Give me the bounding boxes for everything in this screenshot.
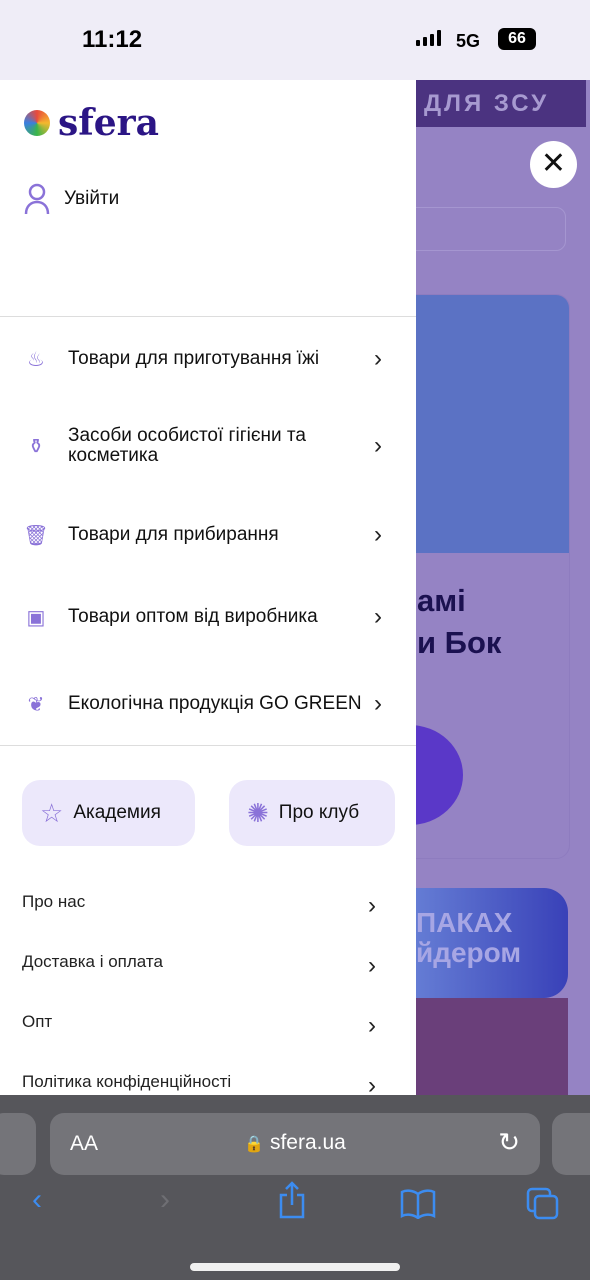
next-tab[interactable] xyxy=(552,1113,590,1175)
search-field xyxy=(416,207,566,251)
box-icon: ▣ xyxy=(26,606,46,629)
promo-image xyxy=(416,998,568,1095)
chevron-right-icon: › xyxy=(374,603,382,630)
chevron-right-icon: › xyxy=(368,952,376,979)
star-icon: ☆ xyxy=(40,797,64,828)
card-title: амі и Бок xyxy=(417,583,502,660)
link-delivery[interactable]: Доставка і оплата › xyxy=(22,952,376,980)
chevron-right-icon: › xyxy=(374,690,382,717)
category-go-green[interactable]: ❦ Екологічна продукція GO GREEN › xyxy=(22,684,382,724)
share-icon[interactable] xyxy=(278,1181,306,1219)
chevron-right-icon: › xyxy=(368,1012,376,1039)
home-indicator xyxy=(190,1263,400,1271)
address-bar[interactable]: AA 🔒 sfera.ua ↻ xyxy=(50,1113,540,1175)
academy-button[interactable]: ☆ Академия xyxy=(22,780,195,846)
link-about[interactable]: Про нас › xyxy=(22,892,376,920)
close-menu-button[interactable]: ✕ xyxy=(530,141,577,188)
promo-banner: ПАКАХ йдером xyxy=(416,888,568,998)
back-icon[interactable]: ‹ xyxy=(32,1183,42,1217)
chevron-right-icon: › xyxy=(374,345,382,372)
safari-toolbar: AA 🔒 sfera.ua ↻ ‹ › xyxy=(0,1095,590,1280)
divider xyxy=(0,316,416,317)
category-wholesale[interactable]: ▣ Товари оптом від виробника › xyxy=(22,602,382,632)
category-cleaning[interactable]: 🗑 Товари для прибирання › xyxy=(22,520,382,550)
divider xyxy=(0,745,416,746)
club-button[interactable]: ✺ Про клуб xyxy=(229,780,395,846)
bookmarks-icon[interactable] xyxy=(400,1189,436,1219)
lock-icon: 🔒 xyxy=(244,1136,265,1153)
battery-icon: 66 xyxy=(498,28,536,50)
chevron-right-icon: › xyxy=(368,1072,376,1095)
signal-icon xyxy=(416,30,441,46)
forward-icon[interactable]: › xyxy=(160,1183,170,1217)
chevron-right-icon: › xyxy=(368,892,376,919)
user-icon xyxy=(24,183,50,215)
chevron-right-icon: › xyxy=(374,432,382,459)
chevron-right-icon: › xyxy=(374,521,382,548)
link-wholesale[interactable]: Опт › xyxy=(22,1012,376,1040)
category-hygiene[interactable]: ⚱ Засоби особистої гігієни та косметика › xyxy=(22,426,382,466)
logo-icon xyxy=(24,110,50,136)
reload-icon[interactable]: ↻ xyxy=(498,1127,520,1158)
side-menu: sfera Увійти ♨ Товари для приготування їж… xyxy=(0,80,416,1095)
clock: 11:12 xyxy=(82,26,143,53)
link-privacy[interactable]: Політика конфіденційності › xyxy=(22,1072,376,1095)
tabs-icon[interactable] xyxy=(526,1187,560,1221)
logo[interactable]: sfera xyxy=(24,102,159,144)
bucket-icon: 🗑 xyxy=(23,524,49,547)
banner: ДЛЯ ЗСУ xyxy=(416,80,586,127)
network-type: 5G xyxy=(456,31,481,51)
spiral-icon: ✺ xyxy=(247,797,269,828)
category-cooking[interactable]: ♨ Товари для приготування їжі › xyxy=(22,344,382,374)
chef-hat-icon: ♨ xyxy=(27,348,45,371)
previous-tab[interactable] xyxy=(0,1113,36,1175)
domain: sfera.ua xyxy=(269,1131,346,1154)
page-background-overlay[interactable]: ДЛЯ ЗСУ амі и Бок ПАКАХ йдером xyxy=(416,80,590,1095)
cosmetics-icon: ⚱ xyxy=(27,435,45,458)
status-bar: 11:12 5G 66 xyxy=(0,0,590,80)
login-link[interactable]: Увійти xyxy=(24,183,119,215)
leaf-icon: ❦ xyxy=(27,693,45,716)
